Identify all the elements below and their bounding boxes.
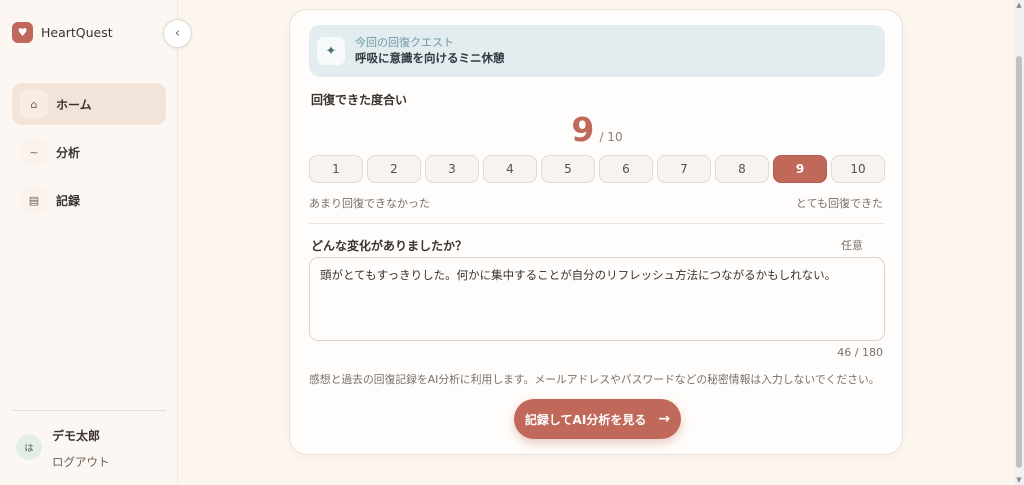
change-label: どんな変化がありましたか？	[311, 239, 468, 253]
sparkle-icon: ✦	[317, 37, 345, 65]
scale-option-1[interactable]: 1	[309, 155, 363, 183]
optional-badge: 任意	[841, 239, 863, 252]
scrollbar[interactable]: ▲ ▼	[1014, 0, 1024, 485]
collapse-sidebar-button[interactable]: ‹	[163, 19, 192, 48]
recovery-label: 回復できた度合い	[311, 93, 408, 107]
character-counter: 46 / 180	[837, 346, 883, 359]
scale-low-hint: あまり回復できなかった	[309, 197, 430, 210]
scroll-up-icon[interactable]: ▲	[1015, 1, 1023, 9]
recovery-score: 9 / 10	[290, 110, 904, 149]
arrow-right-icon: →	[658, 411, 671, 427]
quest-kicker: 今回の回復クエスト	[355, 36, 454, 49]
logout-link[interactable]: ログアウト	[52, 454, 110, 470]
home-icon: ⌂	[20, 90, 48, 118]
scale-option-8[interactable]: 8	[715, 155, 769, 183]
submit-label: 記録してAI分析を見る	[524, 412, 647, 427]
user-block: は デモ太郎 ログアウト	[16, 424, 110, 470]
heart-logo-icon: ♥	[12, 22, 33, 43]
score-value: 9	[571, 110, 595, 149]
avatar[interactable]: は	[16, 434, 42, 460]
sidebar-item-label: 分析	[56, 145, 81, 160]
section-divider	[309, 223, 885, 224]
app-name: HeartQuest	[41, 25, 113, 40]
sidebar-item-label: ホーム	[56, 97, 92, 112]
submit-button[interactable]: 記録してAI分析を見る →	[514, 399, 681, 439]
sidebar-item-home[interactable]: ⌂ ホーム	[12, 83, 166, 125]
scale-high-hint: とても回復できた	[795, 197, 883, 210]
quest-banner: ✦ 今回の回復クエスト 呼吸に意識を向けるミニ休憩	[309, 25, 885, 77]
sidebar-item-records[interactable]: ▤ 記録	[12, 179, 166, 221]
chevron-left-icon: ‹	[174, 26, 181, 41]
scale-option-7[interactable]: 7	[657, 155, 711, 183]
sidebar-divider	[12, 410, 166, 411]
scale-option-10[interactable]: 10	[831, 155, 885, 183]
scale-option-3[interactable]: 3	[425, 155, 479, 183]
brand[interactable]: ♥ HeartQuest	[12, 22, 113, 43]
scale-option-5[interactable]: 5	[541, 155, 595, 183]
score-total: / 10	[599, 130, 623, 144]
trend-icon: ~	[20, 138, 48, 166]
sidebar-nav: ⌂ ホーム ~ 分析 ▤ 記録	[12, 83, 166, 227]
scrollbar-thumb[interactable]	[1016, 56, 1022, 468]
scale-option-9[interactable]: 9	[773, 155, 827, 183]
recovery-scale: 1 2 3 4 5 6 7 8 9 10	[309, 155, 885, 183]
user-name: デモ太郎	[52, 429, 101, 443]
sidebar: ♥ HeartQuest ⌂ ホーム ~ 分析 ▤ 記録 は デモ太郎 ログアウ…	[0, 0, 178, 485]
sidebar-item-analysis[interactable]: ~ 分析	[12, 131, 166, 173]
quest-title: 呼吸に意識を向けるミニ休憩	[355, 51, 505, 65]
scale-option-4[interactable]: 4	[483, 155, 537, 183]
scale-option-6[interactable]: 6	[599, 155, 653, 183]
scroll-down-icon[interactable]: ▼	[1015, 476, 1023, 484]
scale-option-2[interactable]: 2	[367, 155, 421, 183]
recovery-card: ✦ 今回の回復クエスト 呼吸に意識を向けるミニ休憩 回復できた度合い 9 / 1…	[289, 9, 903, 455]
list-icon: ▤	[20, 186, 48, 214]
sidebar-item-label: 記録	[56, 193, 81, 208]
privacy-note: 感想と過去の回復記録をAI分析に利用します。メールアドレスやパスワードなどの秘密…	[309, 373, 880, 386]
change-textarea[interactable]: 頭がとてもすっきりした。何かに集中することが自分のリフレッシュ方法につながるかも…	[309, 257, 885, 341]
